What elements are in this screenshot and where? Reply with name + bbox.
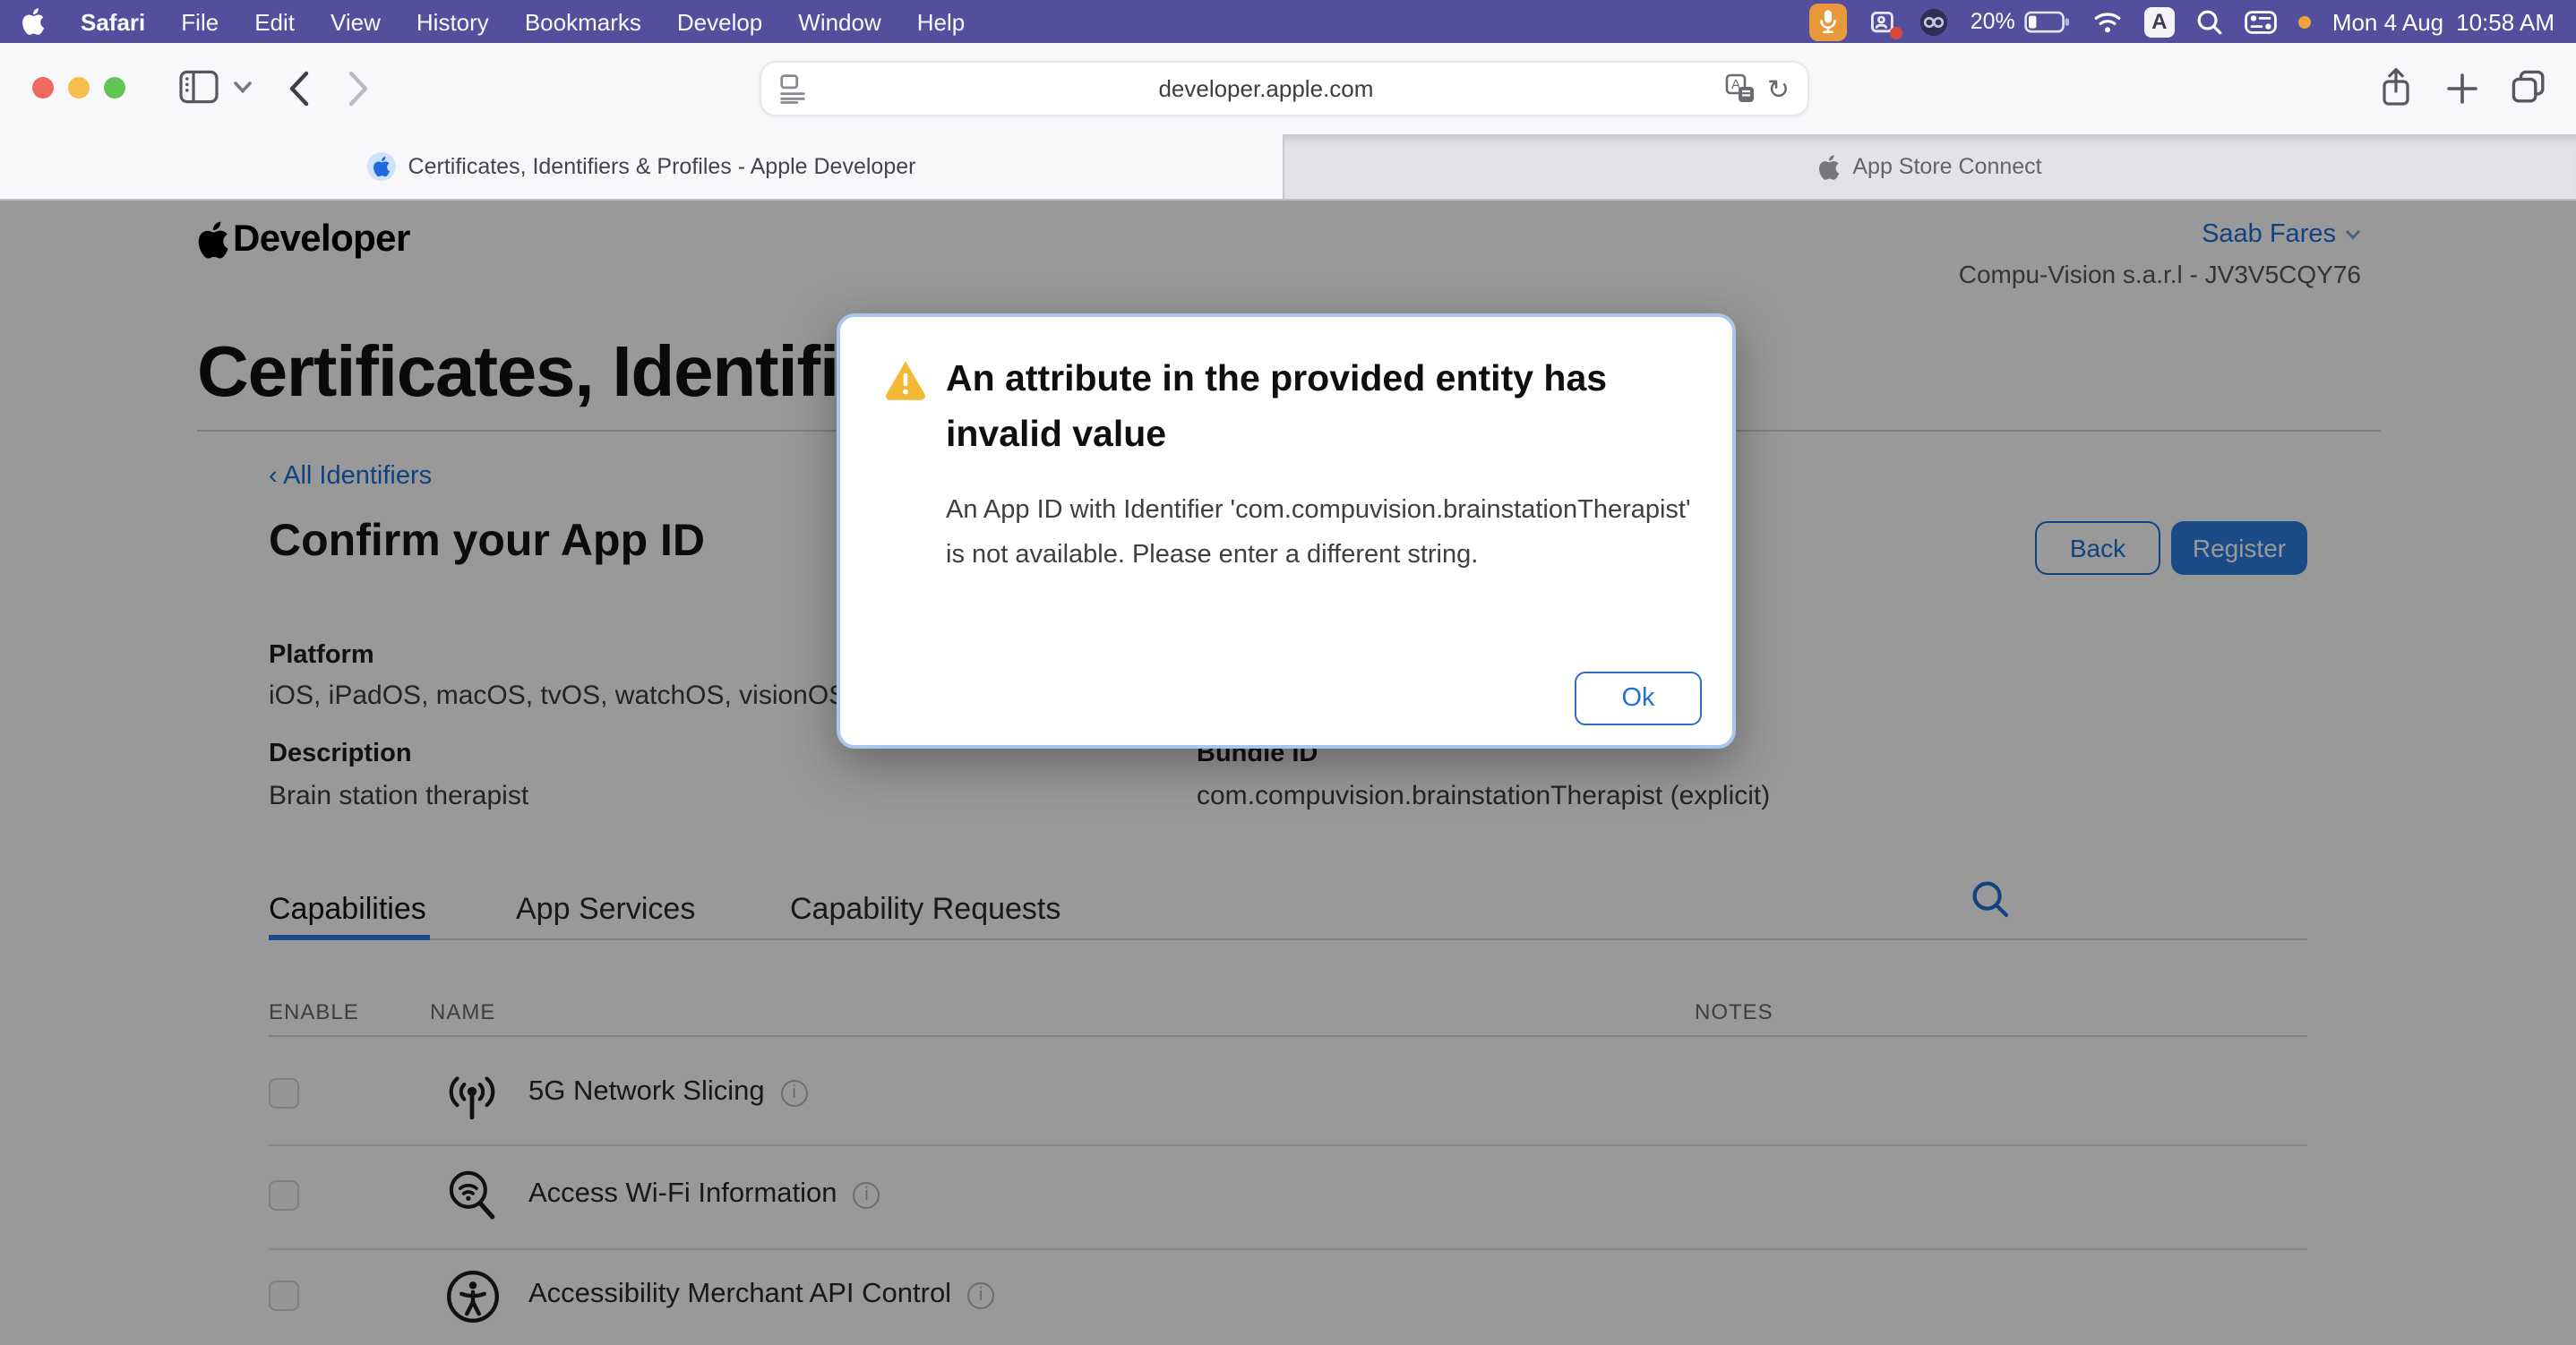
menu-bar: Safari File Edit View History Bookmarks … xyxy=(0,0,2576,43)
zoom-window-button[interactable] xyxy=(104,77,125,99)
menu-safari[interactable]: Safari xyxy=(81,8,145,35)
spotlight-search-icon[interactable] xyxy=(2196,8,2223,35)
apple-gray-favicon xyxy=(1818,153,1840,180)
menu-develop[interactable]: Develop xyxy=(677,8,762,35)
menu-view[interactable]: View xyxy=(331,8,381,35)
safari-toolbar: developer.apple.com A ↻ xyxy=(0,43,2576,134)
control-center-icon[interactable] xyxy=(2245,10,2277,33)
forward-button-icon[interactable] xyxy=(348,70,371,107)
sidebar-chevron-down-icon[interactable] xyxy=(233,81,253,95)
input-source-icon[interactable]: A xyxy=(2144,6,2175,37)
apple-menu-icon[interactable] xyxy=(21,7,45,36)
menu-file[interactable]: File xyxy=(181,8,219,35)
menu-history[interactable]: History xyxy=(416,8,489,35)
creative-cloud-icon[interactable] xyxy=(1919,6,1949,37)
macos-screen: Safari File Edit View History Bookmarks … xyxy=(0,0,2576,1345)
url-text[interactable]: developer.apple.com xyxy=(806,75,1726,102)
battery-icon xyxy=(2024,10,2071,33)
dialog-message: An App ID with Identifier 'com.compuvisi… xyxy=(946,489,1705,577)
back-button-icon[interactable] xyxy=(287,70,310,107)
menu-help[interactable]: Help xyxy=(917,8,966,35)
menu-bookmarks[interactable]: Bookmarks xyxy=(525,8,641,35)
address-bar[interactable]: developer.apple.com A ↻ xyxy=(760,61,1809,116)
screen-recording-indicator-icon xyxy=(2298,15,2311,28)
new-tab-icon[interactable] xyxy=(2447,73,2477,104)
apple-developer-favicon xyxy=(367,152,396,181)
reload-icon[interactable]: ↻ xyxy=(1767,73,1790,105)
tab-title: Certificates, Identifiers & Profiles - A… xyxy=(408,154,916,179)
wifi-icon[interactable] xyxy=(2092,9,2123,34)
sidebar-toggle-icon[interactable] xyxy=(179,70,219,104)
battery-status[interactable]: 20% xyxy=(1971,9,2071,34)
tab-app-store-connect[interactable]: App Store Connect xyxy=(1283,134,2576,199)
reader-view-icon[interactable] xyxy=(779,73,806,104)
close-window-button[interactable] xyxy=(32,77,54,99)
translate-icon[interactable]: A xyxy=(1726,73,1756,104)
tab-title: App Store Connect xyxy=(1852,154,2041,179)
warning-icon xyxy=(883,358,928,401)
ok-button[interactable]: Ok xyxy=(1575,672,1702,725)
dialog-title: An attribute in the provided entity has … xyxy=(946,351,1662,462)
tab-overview-icon[interactable] xyxy=(2510,68,2547,106)
battery-percent-label: 20% xyxy=(1971,9,2015,34)
app-status-badge-icon[interactable] xyxy=(1868,7,1897,36)
error-dialog: An attribute in the provided entity has … xyxy=(837,313,1736,749)
menu-bar-clock[interactable]: Mon 4 Aug10:58 AM xyxy=(2332,8,2555,35)
minimize-window-button[interactable] xyxy=(68,77,90,99)
microphone-indicator-icon[interactable] xyxy=(1809,3,1847,40)
menu-edit[interactable]: Edit xyxy=(254,8,295,35)
tab-certificates-identifiers[interactable]: Certificates, Identifiers & Profiles - A… xyxy=(0,134,1283,199)
share-icon[interactable] xyxy=(2379,66,2413,109)
tab-bar: Certificates, Identifiers & Profiles - A… xyxy=(0,134,2576,201)
menu-window[interactable]: Window xyxy=(798,8,881,35)
